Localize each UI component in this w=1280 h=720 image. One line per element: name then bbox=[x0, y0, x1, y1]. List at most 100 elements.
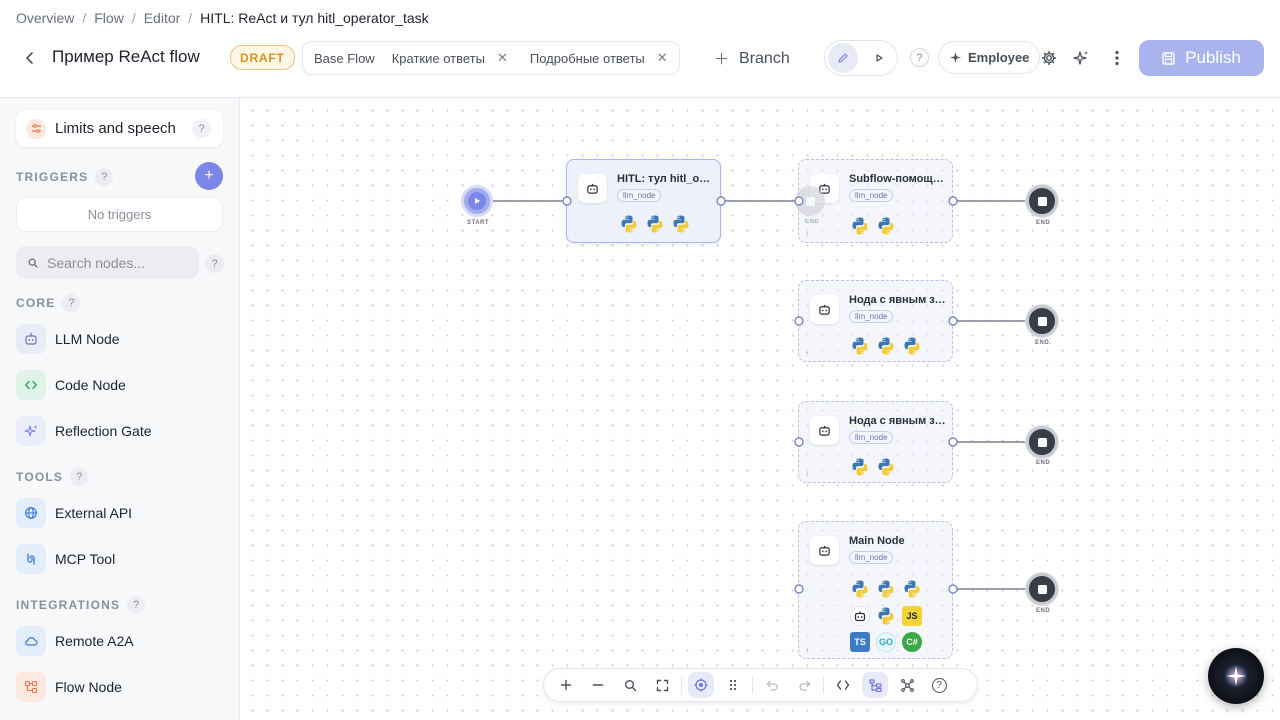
end-label: END. bbox=[1035, 340, 1052, 346]
play-icon bbox=[468, 192, 486, 210]
flow-node-explicit-task-1[interactable]: Нода с явным заданием llm_node ↑ bbox=[798, 280, 953, 362]
palette-item-remote-a2a[interactable]: Remote A2A bbox=[16, 624, 223, 658]
branch-tab-short-answers[interactable]: Краткие ответы ✕ bbox=[381, 42, 519, 74]
chevron-left-icon bbox=[26, 52, 33, 64]
node-title: Subflow-помощник bbox=[849, 173, 946, 185]
tree-layout-button[interactable] bbox=[862, 672, 888, 698]
ai-assistant-orb[interactable] bbox=[1208, 648, 1264, 704]
node-type-badge: llm_node bbox=[849, 189, 894, 202]
settings-button[interactable] bbox=[1038, 47, 1060, 69]
palette-item-code-node[interactable]: Code Node bbox=[16, 368, 223, 402]
drag-dots-icon bbox=[729, 679, 737, 691]
node-type-badge: llm_node bbox=[617, 189, 662, 202]
end-node[interactable] bbox=[1026, 305, 1058, 337]
help-icon[interactable]: ? bbox=[95, 168, 114, 186]
robot-icon bbox=[810, 536, 839, 565]
flow-title: Пример ReAct flow bbox=[52, 47, 200, 66]
palette-item-flow-node[interactable]: Flow Node bbox=[16, 670, 223, 704]
breadcrumb-editor[interactable]: Editor bbox=[144, 10, 181, 26]
end-node[interactable] bbox=[1026, 573, 1058, 605]
publish-button[interactable]: Publish bbox=[1139, 40, 1264, 76]
flow-node-main[interactable]: Main Node llm_node JS TS GO C# ↑ bbox=[798, 521, 953, 659]
python-icon bbox=[876, 216, 896, 236]
sparkle-icon bbox=[950, 52, 961, 63]
stop-icon bbox=[1037, 437, 1047, 447]
ai-assist-button[interactable] bbox=[1070, 47, 1092, 69]
robot-tool-icon bbox=[850, 606, 870, 626]
view-code-button[interactable] bbox=[830, 672, 856, 698]
help-icon[interactable]: ? bbox=[70, 468, 89, 486]
stop-icon bbox=[1037, 196, 1047, 206]
add-branch-button[interactable]: ＋ Branch bbox=[714, 48, 790, 69]
code-icon bbox=[836, 680, 850, 690]
magic-sparkle-icon bbox=[1073, 51, 1088, 65]
more-vertical-icon bbox=[1115, 50, 1119, 66]
breadcrumb-flow[interactable]: Flow bbox=[94, 10, 124, 26]
focus-target-button[interactable] bbox=[688, 672, 714, 698]
end-node[interactable] bbox=[1026, 185, 1058, 217]
add-branch-label: Branch bbox=[739, 49, 790, 67]
help-icon[interactable]: ? bbox=[62, 294, 81, 312]
pencil-icon bbox=[838, 53, 848, 63]
undo-button[interactable] bbox=[759, 672, 785, 698]
zoom-in-button[interactable] bbox=[553, 672, 579, 698]
node-title: Нода с явным заданием bbox=[849, 415, 946, 427]
breadcrumb-separator: / bbox=[188, 10, 193, 26]
triggers-heading: TRIGGERS ? bbox=[16, 168, 114, 186]
end-label: END bbox=[1036, 460, 1051, 466]
palette-item-llm-node[interactable]: LLM Node bbox=[16, 322, 223, 356]
palette-item-external-api[interactable]: External API bbox=[16, 496, 223, 530]
branch-tabs: Base Flow Краткие ответы ✕ Подробные отв… bbox=[302, 41, 680, 75]
drag-handle-button[interactable] bbox=[720, 672, 746, 698]
flow-canvas[interactable]: START HITL: тул hitl_operator_task llm_n… bbox=[240, 97, 1280, 720]
end-node[interactable] bbox=[1026, 426, 1058, 458]
toolbar-divider bbox=[823, 676, 824, 694]
triggers-heading-label: TRIGGERS bbox=[16, 170, 89, 184]
palette-item-mcp-tool[interactable]: MCP Tool bbox=[16, 542, 223, 576]
fit-view-button[interactable] bbox=[649, 672, 675, 698]
run-mode-button[interactable] bbox=[864, 43, 894, 73]
breadcrumb-overview[interactable]: Overview bbox=[16, 10, 74, 26]
add-trigger-button[interactable]: + bbox=[195, 162, 223, 190]
python-icon bbox=[850, 579, 870, 599]
palette-item-reflection-gate[interactable]: Reflection Gate bbox=[16, 414, 223, 448]
branch-tab-base-flow[interactable]: Base Flow bbox=[303, 42, 381, 74]
auto-layout-button[interactable] bbox=[894, 672, 920, 698]
stop-icon bbox=[1037, 316, 1047, 326]
more-menu-button[interactable] bbox=[1106, 47, 1128, 69]
canvas-help-button[interactable]: ? bbox=[926, 672, 952, 698]
edit-mode-button[interactable] bbox=[828, 43, 858, 73]
flow-node-hitl[interactable]: HITL: тул hitl_operator_task llm_node bbox=[566, 159, 721, 243]
limits-and-speech-button[interactable]: Limits and speech ? bbox=[16, 110, 223, 147]
palette-item-label: Code Node bbox=[55, 377, 126, 393]
search-nodes-box bbox=[16, 246, 199, 279]
help-button[interactable]: ? bbox=[910, 48, 929, 67]
robot-icon bbox=[810, 416, 839, 445]
corner-marker: ↑ bbox=[805, 470, 809, 479]
close-icon[interactable]: ✕ bbox=[497, 50, 508, 66]
play-icon bbox=[876, 54, 883, 62]
javascript-icon: JS bbox=[902, 606, 922, 626]
plus-icon: ＋ bbox=[714, 51, 730, 68]
code-icon bbox=[16, 370, 46, 400]
flow-node-explicit-task-2[interactable]: Нода с явным заданием llm_node ↑ bbox=[798, 401, 953, 483]
back-button[interactable] bbox=[20, 48, 40, 68]
edge-layer bbox=[493, 200, 1026, 590]
help-icon[interactable]: ? bbox=[192, 119, 211, 138]
employee-button[interactable]: Employee bbox=[938, 41, 1041, 74]
redo-button[interactable] bbox=[791, 672, 817, 698]
mcp-icon bbox=[16, 544, 46, 574]
palette-item-label: Reflection Gate bbox=[55, 423, 152, 439]
python-icon bbox=[876, 336, 896, 356]
search-canvas-button[interactable] bbox=[617, 672, 643, 698]
zoom-out-button[interactable] bbox=[585, 672, 611, 698]
help-icon[interactable]: ? bbox=[205, 254, 224, 273]
branch-tab-detailed-answers[interactable]: Подробные ответы ✕ bbox=[519, 42, 679, 74]
start-node[interactable] bbox=[461, 185, 493, 217]
close-icon[interactable]: ✕ bbox=[657, 50, 668, 66]
help-icon[interactable]: ? bbox=[127, 596, 146, 614]
search-nodes-input[interactable] bbox=[47, 254, 187, 271]
tools-heading: TOOLS ? bbox=[16, 468, 89, 486]
flow-header: Пример ReAct flow DRAFT Base Flow Кратки… bbox=[0, 36, 1280, 80]
no-triggers-placeholder: No triggers bbox=[16, 197, 223, 232]
